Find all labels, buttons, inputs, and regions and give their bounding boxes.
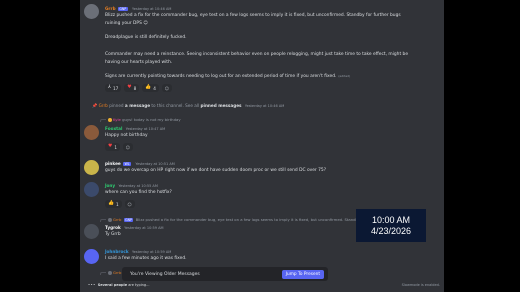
reply-connector	[100, 218, 106, 222]
clock-date: 4/23/2026	[370, 225, 412, 236]
guild-tag: GNP	[117, 7, 128, 11]
message-line: having our hearts played with.	[105, 60, 173, 65]
add-reaction-button[interactable]: ☺	[124, 200, 135, 208]
timestamp: Yesterday at 10:46 AM	[244, 104, 285, 108]
username[interactable]: Tygrok	[105, 225, 121, 230]
jump-to-present-button[interactable]: Jump To Present	[281, 269, 324, 279]
timestamp: Yesterday at 10:59 AM	[131, 250, 172, 254]
add-reaction-button[interactable]: ☺	[122, 143, 133, 151]
message-line: I said a few minutes ago it was fixed.	[105, 256, 187, 261]
timestamp: Yesterday at 10:59 AM	[124, 226, 164, 230]
reply-username[interactable]: Grrb	[113, 270, 121, 275]
pin-icon: 📌	[92, 103, 98, 108]
username[interactable]: Grrb	[99, 103, 108, 108]
system-pin-message: 📌 Grrb pinned a message to this channel.…	[92, 103, 285, 108]
message-line: where can you find the hotfix?	[105, 190, 172, 195]
username[interactable]: pinkee	[105, 161, 121, 166]
username[interactable]: Fooxtal	[105, 126, 122, 131]
reaction-bar: 👍 1 ☺	[105, 200, 135, 208]
message-header: Tygrok Yesterday at 10:59 AM	[105, 225, 164, 230]
reply-text: guys! today is not my birthday	[122, 117, 181, 122]
pinned-messages-link[interactable]: pinned messages	[201, 103, 242, 108]
message-line: Blizz pushed a fix for the commander bug…	[105, 13, 401, 18]
banner-text: You're Viewing Older Messages	[130, 271, 200, 277]
guild-tag: WL	[123, 162, 132, 166]
message-line: Happy not birthday	[105, 133, 148, 138]
timestamp: Yesterday at 10:51 AM	[135, 162, 175, 166]
avatar[interactable]	[84, 4, 99, 19]
message-header: Johnbrock Yesterday at 10:59 AM	[105, 249, 171, 254]
message-header: Jony Yesterday at 10:55 AM	[105, 183, 158, 188]
avatar	[108, 118, 112, 122]
clock-overlay: 10:00 AM 4/23/2026	[356, 209, 426, 242]
message-line: Signs are currently pointing towards nee…	[105, 74, 351, 79]
message-line: guys do we overcap on HP right now if we…	[105, 168, 327, 173]
reply-preview[interactable]: Kyle guys! today is not my birthday	[100, 117, 181, 122]
avatar	[108, 218, 112, 222]
reaction-bar: ♥ 1 ☺	[105, 143, 133, 151]
reaction-button[interactable]: ♥ 1	[105, 143, 120, 151]
pinned-message-link[interactable]: a message	[125, 103, 150, 108]
reply-connector	[100, 118, 106, 122]
guild-tag: GNP	[123, 218, 134, 222]
older-messages-banner: You're Viewing Older Messages Jump To Pr…	[122, 267, 328, 281]
edited-label: (edited)	[338, 74, 351, 78]
message-header: pinkee WL Yesterday at 10:51 AM	[105, 161, 175, 166]
heart-emoji-icon: ♥	[108, 143, 113, 149]
avatar[interactable]	[84, 224, 99, 239]
message-header: Grrb GNP Yesterday at 10:46 AM	[105, 6, 171, 11]
add-reaction-icon: ☺	[164, 85, 170, 91]
add-reaction-icon: ☺	[127, 201, 132, 207]
avatar	[108, 271, 112, 275]
slowmode-status: Slowmode is enabled.	[401, 283, 440, 287]
reply-text: Blizz pushed a fix for the commander bug…	[135, 217, 392, 222]
message-line: ruining your DPS 😊	[105, 21, 148, 26]
avatar[interactable]	[84, 125, 99, 140]
avatar[interactable]	[84, 160, 99, 175]
message-line: Dreadplague is still definitely fucked.	[105, 35, 187, 40]
username[interactable]: Jony	[105, 183, 115, 188]
reply-username[interactable]: Kyle	[113, 117, 121, 122]
heart-emoji-icon: ♥	[127, 84, 132, 90]
thumbs-up-emoji-icon: 👍	[145, 84, 152, 90]
message-line: Commander may need a reinstance. Seeing …	[105, 52, 409, 57]
message-header: Fooxtal Yesterday at 10:47 AM	[105, 126, 165, 131]
reaction-button[interactable]: ⅄ 17	[105, 84, 122, 92]
rune-emoji-icon: ⅄	[108, 84, 111, 90]
add-reaction-icon: ☺	[125, 144, 131, 150]
reply-preview[interactable]: Grrb GNP Blizz pushed a fix for the comm…	[100, 217, 391, 222]
reaction-button[interactable]: 👍 4	[142, 84, 159, 92]
avatar[interactable]	[84, 249, 99, 264]
smile-emoji-icon: 😊	[143, 21, 148, 26]
chat-panel: Grrb GNP Yesterday at 10:46 AM Blizz pus…	[80, 0, 444, 292]
timestamp: Yesterday at 10:47 AM	[125, 127, 166, 131]
timestamp: Yesterday at 10:55 AM	[118, 184, 158, 188]
reply-username[interactable]: Grrb	[113, 217, 121, 222]
reaction-bar: ⅄ 17 ♥ 8 👍 4 ☺	[105, 84, 172, 92]
thumbs-up-emoji-icon: 👍	[108, 200, 114, 206]
message-line: Ty Grrb	[105, 232, 121, 237]
clock-time: 10:00 AM	[371, 214, 411, 225]
timestamp: Yesterday at 10:46 AM	[132, 7, 172, 11]
reaction-button[interactable]: ♥ 8	[124, 84, 140, 92]
username[interactable]: Grrb	[105, 6, 116, 11]
avatar[interactable]	[84, 182, 99, 197]
add-reaction-button[interactable]: ☺	[161, 84, 172, 92]
typing-indicator: ••• Several people are typing...	[88, 283, 150, 287]
reply-connector	[100, 271, 106, 275]
username[interactable]: Johnbrock	[105, 249, 129, 254]
reaction-button[interactable]: 👍 1	[105, 200, 122, 208]
typing-dots-icon: •••	[88, 283, 96, 287]
